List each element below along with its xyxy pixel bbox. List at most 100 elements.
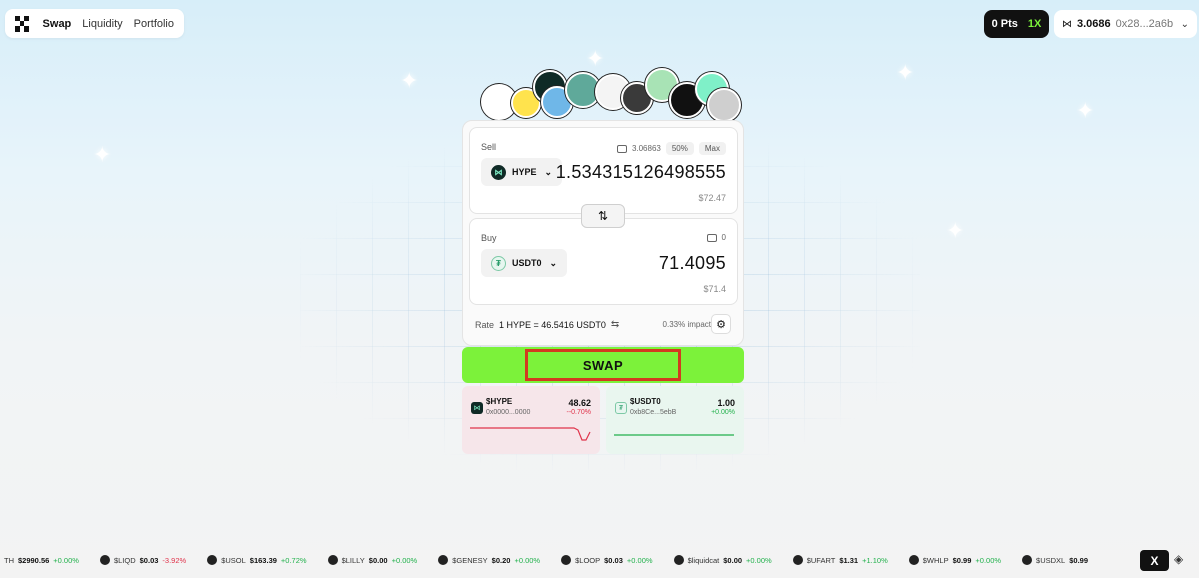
layers-icon[interactable]: ◈ [1174,552,1183,566]
ticker-price: $0.03 [139,555,159,565]
settings-button[interactable]: ⚙ [711,314,731,334]
sparkle-icon: ✦ [946,218,965,243]
ticker-symbol: $USDXL [1036,555,1066,565]
ticker-symbol: $LILLY [341,555,365,565]
sell-token-symbol: HYPE [512,167,537,177]
points-value: 0 Pts [991,18,1018,30]
flip-direction-button[interactable]: ⇅ [581,204,625,228]
hype-token-icon: ⋈ [491,164,506,180]
ticker-change: +0.00% [746,555,772,565]
wallet-address: 0x28...2a6b [1115,18,1174,30]
token-card-usdt0[interactable]: ₮ $USDT0 0xb8Ce...5ebB 1.00 +0.00% [606,386,744,454]
sparkle-icon: ✦ [93,142,112,167]
sell-amount-input[interactable]: 1.534315126498555 [556,162,726,183]
ticker-price: $0.99 [952,555,972,565]
ticker-price: $0.99 [1069,555,1089,565]
sell-usd-value: $72.47 [698,193,726,203]
ticker-price: $163.39 [249,555,277,565]
ticker-item[interactable]: $LIQD $0.03 -3.92% [99,555,187,565]
ticker-item[interactable]: $UFART $1.31 +1.10% [792,555,888,565]
ticker-item[interactable]: TH $2990.56 +0.00% [4,556,79,565]
token-icon [673,555,684,565]
buy-token-selector[interactable]: ₮ USDT0 ⌄ [481,249,568,277]
x-logo-icon: X [1150,553,1159,568]
ticker-change: +0.00% [975,555,1002,565]
ticker-price: $2990.56 [18,555,50,565]
points-multiplier: 1X [1027,18,1042,30]
ticker-price: $0.20 [491,555,511,565]
sparkline-chart [614,434,734,436]
buy-amount: 71.4095 [658,253,726,273]
price-ticker: TH $2990.56 +0.00% $LIQD $0.03 -3.92% $USOL $16… [4,548,1199,572]
swap-button[interactable]: SWAP [462,347,744,383]
token-name: $HYPE [486,397,513,406]
points-button[interactable]: 0 Pts 1X [984,10,1049,38]
ticker-item[interactable]: $LILLY $0.00 +0.00% [327,555,418,565]
ticker-change: +0.00% [626,555,653,565]
token-icon [792,555,803,565]
buy-panel: Buy 0 ₮ USDT0 ⌄ 71.4095 $71.4 [469,218,738,305]
token-icon [908,555,919,565]
ticker-item[interactable]: $USDXL $0.99 [1022,555,1092,565]
ticker-item[interactable]: $GENESY $0.20 +0.00% [438,555,540,565]
max-button[interactable]: Max [698,142,726,155]
ticker-price: $0.03 [604,555,623,565]
ticker-symbol: $USOL [221,555,246,565]
ticker-change: +0.72% [280,555,307,565]
token-icon [1022,555,1033,565]
buy-balance-row: 0 [706,233,726,242]
ticker-change: +0.00% [391,555,418,565]
buy-token-symbol: USDT0 [512,258,542,268]
hype-logo-icon: ⋈ [1062,18,1072,30]
ticker-change: +0.00% [53,555,79,565]
token-icon [207,555,218,565]
ticker-price: $0.00 [723,555,743,565]
sparkle-icon: ✦ [1076,98,1095,123]
token-icon [561,555,572,565]
buy-label: Buy [481,233,497,243]
ticker-symbol: $UFART [806,555,836,565]
hype-token-icon: ⋈ [471,402,483,414]
ticker-item[interactable]: $USOL $163.39 +0.72% [207,555,307,565]
ticker-item[interactable]: $LOOP $0.03 +0.00% [561,555,653,565]
nav-swap[interactable]: Swap [43,18,72,30]
swap-button-label: SWAP [525,349,681,381]
app-logo-icon[interactable] [15,15,29,32]
chevron-down-icon: ⌄ [1180,18,1189,30]
wallet-icon [616,144,627,153]
buy-balance: 0 [721,233,726,242]
x-social-button[interactable]: X [1140,550,1169,571]
usdt0-token-icon: ₮ [615,402,627,414]
ticker-symbol: TH [4,555,14,565]
ticker-price: $1.31 [839,555,859,565]
switch-rate-icon[interactable]: ⇆ [611,319,619,330]
ticker-item[interactable]: $WHLP $0.99 +0.00% [908,555,1002,565]
nav-portfolio[interactable]: Portfolio [134,18,174,30]
sparkle-icon: ✦ [400,68,419,93]
token-name: $USDT0 [630,397,661,406]
ticker-item[interactable]: $liquidcat $0.00 +0.00% [673,555,772,565]
token-price: 48.62 [568,398,591,408]
mascot-stickers [463,66,743,128]
rate-value: 1 HYPE = 46.5416 USDT0 [499,319,606,330]
top-nav: Swap Liquidity Portfolio [5,9,184,38]
chevron-down-icon: ⌄ [544,166,553,177]
ticker-price: $0.00 [368,555,388,565]
wallet-button[interactable]: ⋈ 3.0686 0x28...2a6b ⌄ [1054,10,1197,38]
ticker-symbol: $GENESY [452,555,488,565]
sparkle-icon: ✦ [896,60,915,85]
sparkline-chart [470,427,591,441]
wallet-icon [706,233,717,242]
sell-panel: Sell 3.06863 50% Max ⋈ HYPE ⌄ 1.53431512… [469,127,738,214]
ticker-change: +0.00% [514,555,541,565]
price-impact: 0.33% impact [662,320,711,329]
ticker-change: +1.10% [862,555,888,565]
usdt0-token-icon: ₮ [491,255,506,271]
nav-liquidity[interactable]: Liquidity [82,18,122,30]
ticker-symbol: $WHLP [922,555,949,565]
sell-balance-row: 3.06863 50% Max [616,142,726,155]
token-card-hype[interactable]: ⋈ $HYPE 0x0000...0000 48.62 --0.70% [462,386,600,454]
sell-token-selector[interactable]: ⋈ HYPE ⌄ [481,158,563,186]
half-button[interactable]: 50% [665,142,694,155]
ticker-change: -3.92% [162,555,187,565]
